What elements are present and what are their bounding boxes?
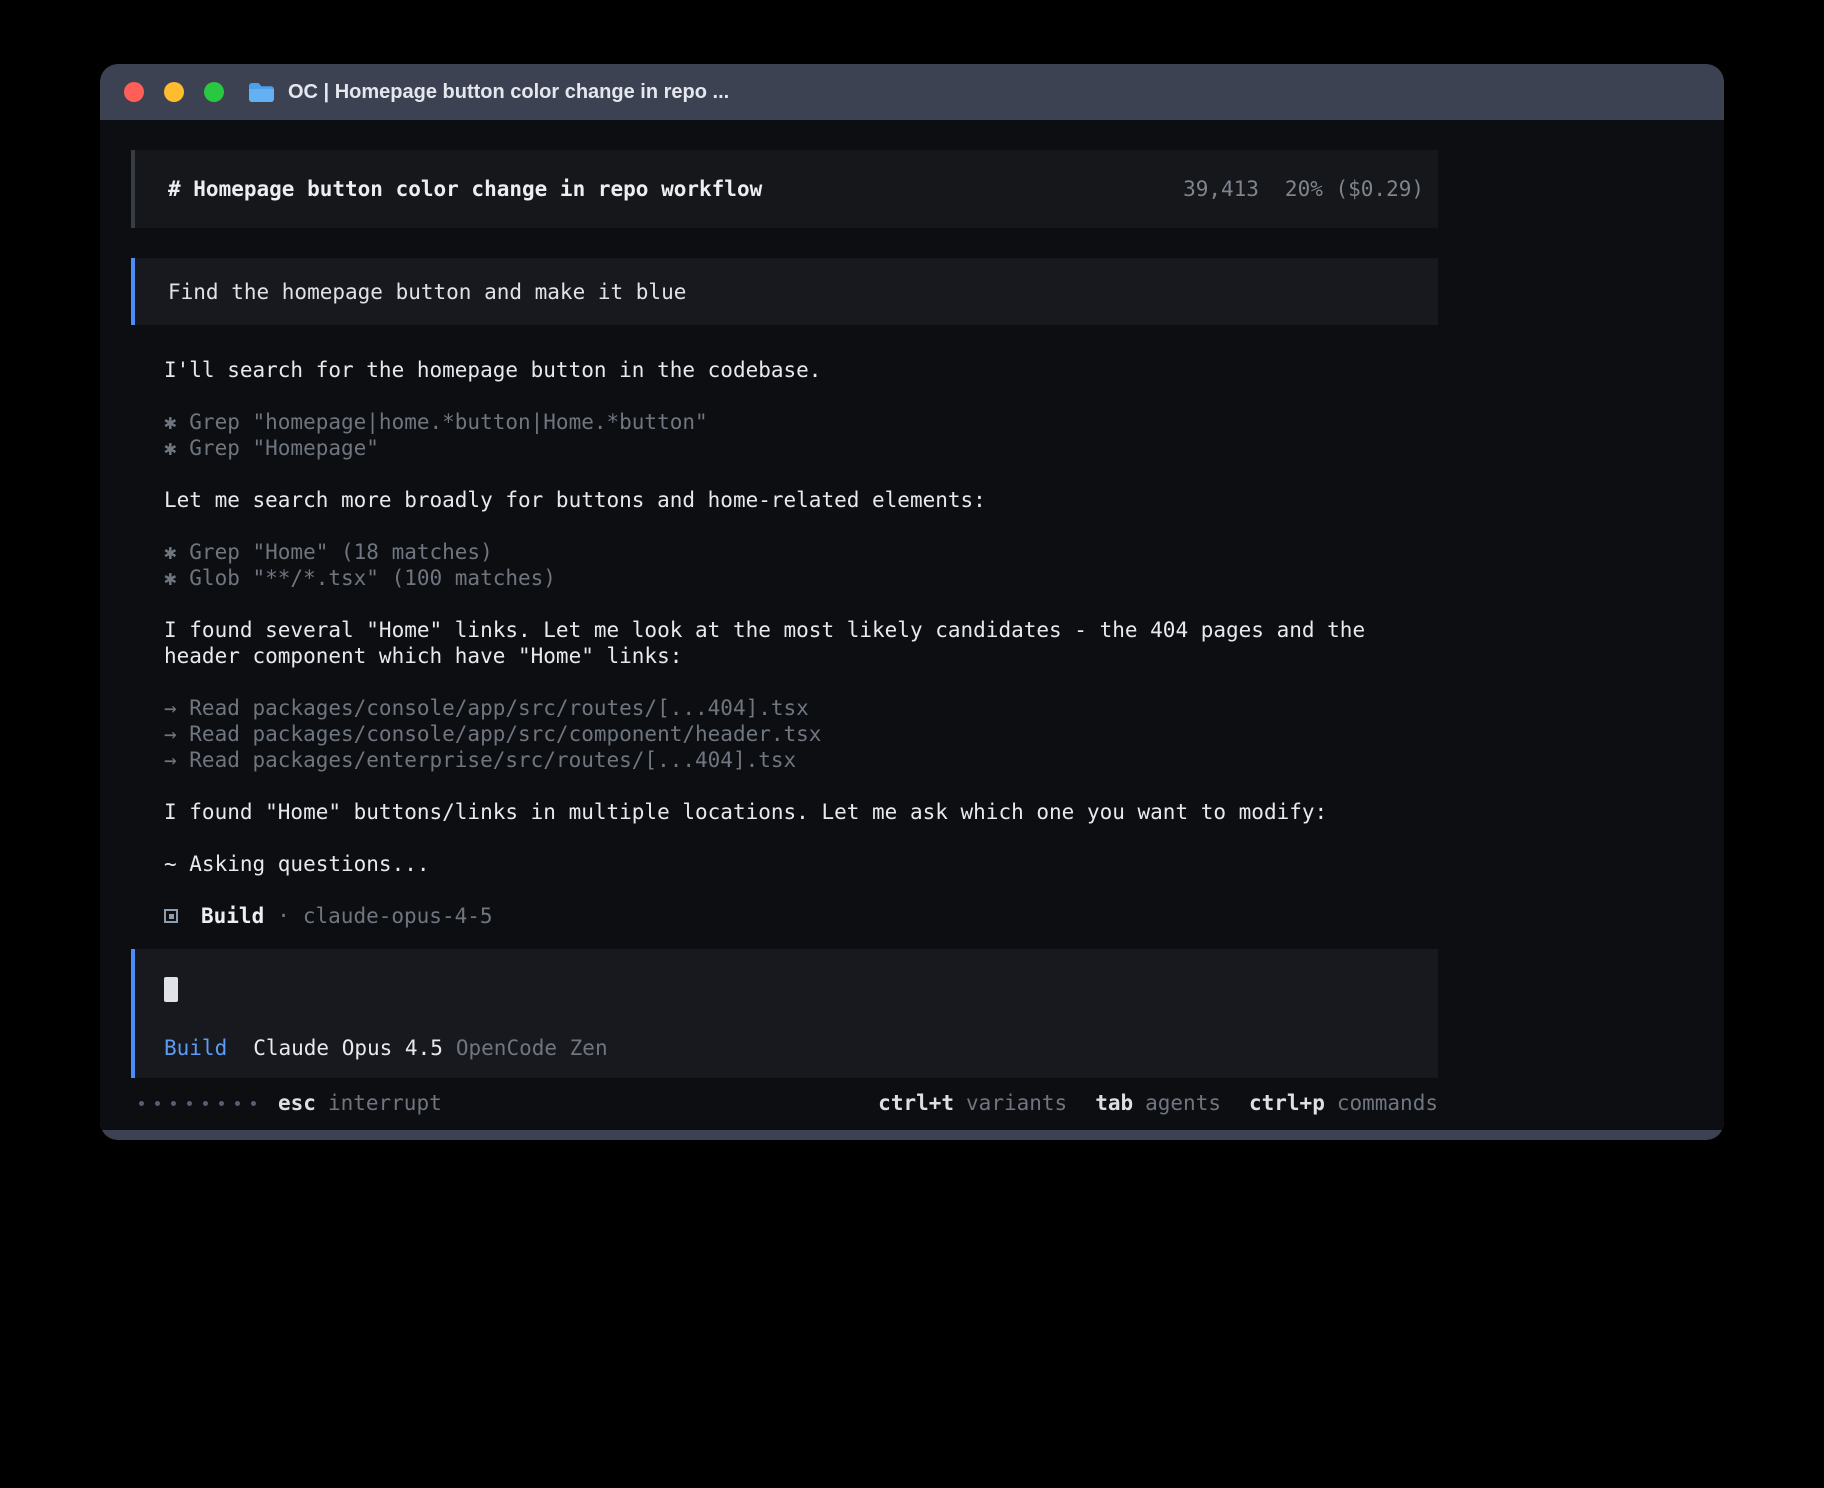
terminal-viewport[interactable]: # Homepage button color change in repo w… xyxy=(100,120,1724,1130)
shortcut-commands: ctrl+p commands xyxy=(1249,1090,1438,1116)
agent-name: Build xyxy=(201,903,264,929)
shortcut-agents: tab agents xyxy=(1095,1090,1221,1116)
window-title: OC | Homepage button color change in rep… xyxy=(288,81,729,104)
traffic-lights xyxy=(124,82,224,102)
session-content: # Homepage button color change in repo w… xyxy=(131,120,1438,1116)
assistant-response: I'll search for the homepage button in t… xyxy=(131,357,1438,929)
tool-call-grep: ✱ Grep "Home" (18 matches) xyxy=(164,539,1438,565)
user-message: Find the homepage button and make it blu… xyxy=(131,258,1438,325)
token-count: 39,413 xyxy=(1183,176,1259,202)
title-group: OC | Homepage button color change in rep… xyxy=(248,81,729,104)
shortcut-label: commands xyxy=(1337,1090,1438,1116)
session-title: # Homepage button color change in repo w… xyxy=(168,176,762,202)
tool-call-glob: ✱ Glob "**/*.tsx" (100 matches) xyxy=(164,565,1438,591)
status-line: ~ Asking questions... xyxy=(164,851,1438,877)
shortcut-label: agents xyxy=(1145,1090,1221,1116)
status-bar: esc interrupt ctrl+t variants tab agents… xyxy=(131,1090,1438,1116)
tool-call-read: → Read packages/console/app/src/routes/[… xyxy=(164,695,1438,721)
esc-key-hint: esc xyxy=(278,1090,316,1116)
agent-status-line: Build · claude-opus-4-5 xyxy=(164,903,1438,929)
tool-call-grep: ✱ Grep "homepage|home.*button|Home.*butt… xyxy=(164,409,1438,435)
input-provider-label: OpenCode Zen xyxy=(456,1035,608,1061)
folder-icon xyxy=(248,81,275,103)
status-bar-left: esc interrupt xyxy=(139,1090,442,1116)
tool-call-grep: ✱ Grep "Homepage" xyxy=(164,435,1438,461)
tool-call-group: ✱ Grep "homepage|home.*button|Home.*butt… xyxy=(164,409,1438,461)
titlebar[interactable]: OC | Homepage button color change in rep… xyxy=(100,64,1724,120)
tool-call-group: → Read packages/console/app/src/routes/[… xyxy=(164,695,1438,773)
prompt-input[interactable]: Build Claude Opus 4.5 OpenCode Zen xyxy=(131,949,1438,1078)
shortcut-key: ctrl+p xyxy=(1249,1090,1325,1116)
input-model-label[interactable]: Claude Opus 4.5 xyxy=(253,1035,443,1061)
spinner-dots xyxy=(139,1101,256,1106)
input-agent-label[interactable]: Build xyxy=(164,1035,227,1061)
agent-icon xyxy=(164,909,178,923)
status-bar-right: ctrl+t variants tab agents ctrl+p comman… xyxy=(878,1090,1438,1116)
shortcut-label: variants xyxy=(966,1090,1067,1116)
assistant-paragraph: I'll search for the homepage button in t… xyxy=(164,357,1438,383)
assistant-paragraph: I found "Home" buttons/links in multiple… xyxy=(164,799,1438,825)
assistant-paragraph: I found several "Home" links. Let me loo… xyxy=(164,617,1438,669)
tool-call-read: → Read packages/enterprise/src/routes/[.… xyxy=(164,747,1438,773)
session-header: # Homepage button color change in repo w… xyxy=(131,150,1438,228)
shortcut-key: tab xyxy=(1095,1090,1133,1116)
close-button[interactable] xyxy=(124,82,144,102)
shortcut-key: ctrl+t xyxy=(878,1090,954,1116)
session-stats: 39,413 20% ($0.29) xyxy=(1183,176,1424,202)
esc-key-label: interrupt xyxy=(328,1090,442,1116)
tool-call-group: ✱ Grep "Home" (18 matches) ✱ Glob "**/*.… xyxy=(164,539,1438,591)
agent-separator: · xyxy=(277,903,290,929)
zoom-button[interactable] xyxy=(204,82,224,102)
shortcut-variants: ctrl+t variants xyxy=(878,1090,1067,1116)
context-cost: 20% ($0.29) xyxy=(1285,176,1424,202)
terminal-window: OC | Homepage button color change in rep… xyxy=(100,64,1724,1140)
assistant-paragraph: Let me search more broadly for buttons a… xyxy=(164,487,1438,513)
agent-model: claude-opus-4-5 xyxy=(303,903,493,929)
text-cursor xyxy=(164,977,178,1002)
minimize-button[interactable] xyxy=(164,82,184,102)
user-message-text: Find the homepage button and make it blu… xyxy=(168,279,686,305)
model-status-line: Build Claude Opus 4.5 OpenCode Zen xyxy=(164,1035,1438,1061)
tool-call-read: → Read packages/console/app/src/componen… xyxy=(164,721,1438,747)
